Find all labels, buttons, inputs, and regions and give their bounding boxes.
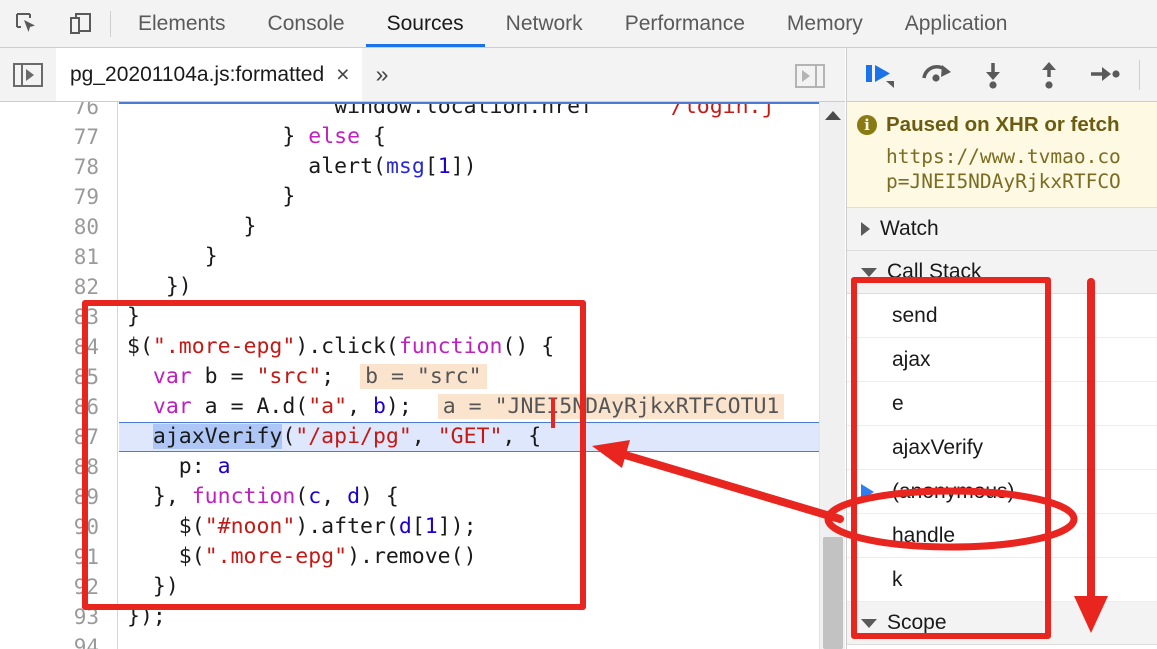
red-arrow-shaft [611,448,844,523]
red-ellipse-around-anonymous-frame [824,487,1078,551]
annotation-overlay [592,278,1108,633]
red-down-arrow-head [1074,596,1108,633]
red-arrow-head [592,440,630,468]
devtools-window: Elements Console Sources Network Perform… [0,0,1157,649]
